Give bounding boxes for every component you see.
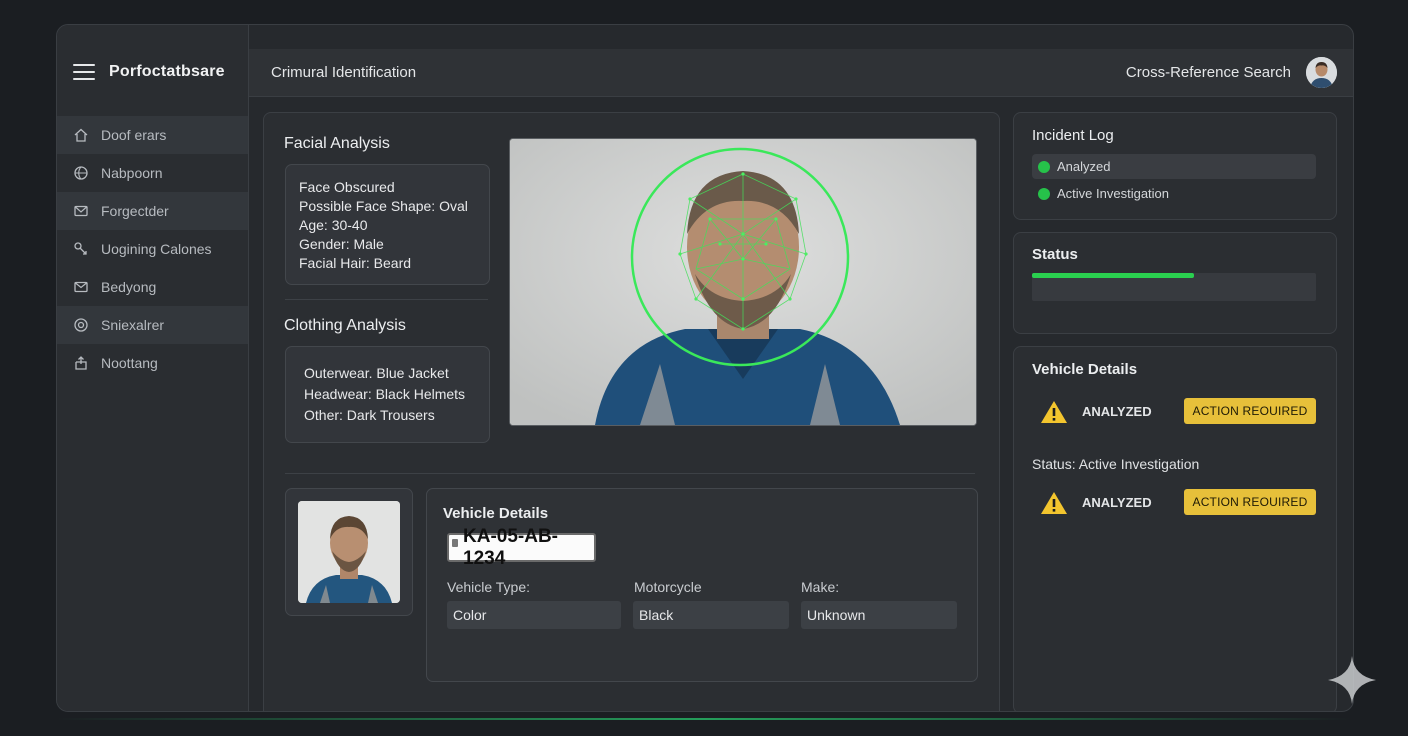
analysis-panel: Facial Analysis Face Obscured Possible F… xyxy=(263,112,1000,711)
sidebar-item-0[interactable]: Doof erars xyxy=(57,116,248,154)
sidebar-item-label: Forgectder xyxy=(101,203,169,219)
brand-name: Porfoctatbsare xyxy=(109,63,225,80)
sparkle-icon xyxy=(1328,656,1376,704)
app-window: Porfoctatbsare Doof erars Nabpoorn Forge… xyxy=(56,24,1354,712)
sidebar-item-label: Sniexalrer xyxy=(101,317,165,333)
incident-log-title: Incident Log xyxy=(1032,127,1114,144)
suspect-photo xyxy=(298,501,400,603)
action-required-button[interactable]: ACTION REOUIRED xyxy=(1184,398,1316,424)
sidebar-item-4[interactable]: Bedyong xyxy=(57,268,248,306)
home-icon xyxy=(74,128,88,142)
sidebar-item-6[interactable]: Noottang xyxy=(57,344,248,382)
clothing-analysis-title: Clothing Analysis xyxy=(284,317,406,334)
sidebar-item-5[interactable]: Sniexalrer xyxy=(57,306,248,344)
status-progress-bar xyxy=(1032,273,1316,301)
motorcycle-label: Motorcycle xyxy=(634,579,702,595)
facial-line: Face Obscured xyxy=(299,179,395,195)
analyzed-label: ANALYZED xyxy=(1082,404,1152,419)
facial-line: Gender: Male xyxy=(299,236,384,252)
vehicle-details-title: Vehicle Details xyxy=(443,505,549,522)
avatar[interactable] xyxy=(1306,57,1337,88)
user-avatar-icon xyxy=(1306,57,1337,88)
face-mesh-overlay xyxy=(510,139,976,425)
menu-icon[interactable] xyxy=(73,64,95,80)
warning-icon xyxy=(1041,401,1067,423)
sidebar-nav: Doof erars Nabpoorn Forgectder Uogining … xyxy=(57,116,248,382)
license-plate: KA-05-AB-1234 xyxy=(447,526,596,569)
sidebar-item-2[interactable]: Forgectder xyxy=(57,192,248,230)
sidebar-item-1[interactable]: Nabpoorn xyxy=(57,154,248,192)
incident-log-label: Analyzed xyxy=(1057,159,1111,174)
brand: Porfoctatbsare xyxy=(73,63,225,81)
status-dot-icon xyxy=(1038,187,1050,200)
clothing-line: Outerwear. Blue Jacket xyxy=(304,365,449,381)
suspect-portrait-image xyxy=(298,501,400,603)
plate-flag-icon xyxy=(452,539,458,547)
incident-log-item[interactable]: Active Investigation xyxy=(1032,181,1316,206)
vehicle-type-field[interactable]: Color xyxy=(447,601,621,629)
sidebar-item-label: Doof erars xyxy=(101,127,167,143)
alert-row: ANALYZED ACTION REOUIRED xyxy=(1040,398,1320,426)
sidebar-item-label: Nabpoorn xyxy=(101,165,163,181)
action-required-button[interactable]: ACTION REOUIRED xyxy=(1184,489,1316,515)
incident-log-card: Incident Log Analyzed Active Investigati… xyxy=(1013,112,1337,220)
make-label: Make: xyxy=(801,579,840,595)
bottom-glow-line xyxy=(56,718,1352,720)
sidebar-item-label: Noottang xyxy=(101,355,158,371)
status-dot-icon xyxy=(1038,160,1050,173)
sidebar-item-label: Uogining Calones xyxy=(101,241,212,257)
mail-icon xyxy=(74,205,88,217)
facial-line: Possible Face Shape: Oval xyxy=(299,198,468,214)
cross-reference-search-link[interactable]: Cross-Reference Search xyxy=(1126,64,1291,81)
facial-line: Age: 30-40 xyxy=(299,217,368,233)
incident-log-item[interactable]: Analyzed xyxy=(1032,154,1316,179)
warning-icon xyxy=(1041,492,1067,514)
license-plate-number: KA-05-AB-1234 xyxy=(463,525,558,569)
share-icon xyxy=(75,356,87,370)
alert-row: ANALYZED ACTION REOUIRED xyxy=(1040,489,1320,517)
divider xyxy=(285,473,975,474)
vehicle-status-card: Vehicle Details ANALYZED ACTION REOUIRED… xyxy=(1013,346,1337,711)
suspect-photo-card xyxy=(285,488,413,616)
color-field[interactable]: Black xyxy=(633,601,789,629)
status-title: Status xyxy=(1032,246,1078,263)
sidebar-item-label: Bedyong xyxy=(101,279,157,295)
facial-analysis-box: Face Obscured Possible Face Shape: Oval … xyxy=(285,164,490,285)
facial-analysis-title: Facial Analysis xyxy=(284,135,390,152)
vehicle-type-label: Vehicle Type: xyxy=(447,579,531,595)
clothing-analysis-box: Outerwear. Blue Jacket Headwear: Black H… xyxy=(285,346,490,443)
vehicle-status-text: Status: Active Investigation xyxy=(1032,456,1200,472)
sidebar: Porfoctatbsare Doof erars Nabpoorn Forge… xyxy=(57,25,249,711)
top-bar: Crimural Identification Cross-Reference … xyxy=(249,49,1353,97)
envelope-icon xyxy=(74,281,88,293)
divider xyxy=(285,299,488,300)
sidebar-item-3[interactable]: Uogining Calones xyxy=(57,230,248,268)
make-field[interactable]: Unknown xyxy=(801,601,957,629)
target-icon xyxy=(74,318,88,332)
vehicle-details-card: Vehicle Details KA-05-AB-1234 Vehicle Ty… xyxy=(426,488,978,682)
facial-line: Facial Hair: Beard xyxy=(299,255,412,271)
globe-icon xyxy=(74,166,88,180)
face-scan-image xyxy=(509,138,977,426)
clothing-line: Headwear: Black Helmets xyxy=(304,386,466,402)
page-title: Crimural Identification xyxy=(271,64,417,81)
vehicle-panel-title: Vehicle Details xyxy=(1032,361,1138,378)
status-progress-fill xyxy=(1032,273,1194,278)
incident-log-label: Active Investigation xyxy=(1057,186,1170,201)
link-icon xyxy=(74,242,87,255)
analyzed-label: ANALYZED xyxy=(1082,495,1152,510)
clothing-line: Other: Dark Trousers xyxy=(304,407,435,423)
status-card: Status xyxy=(1013,232,1337,334)
